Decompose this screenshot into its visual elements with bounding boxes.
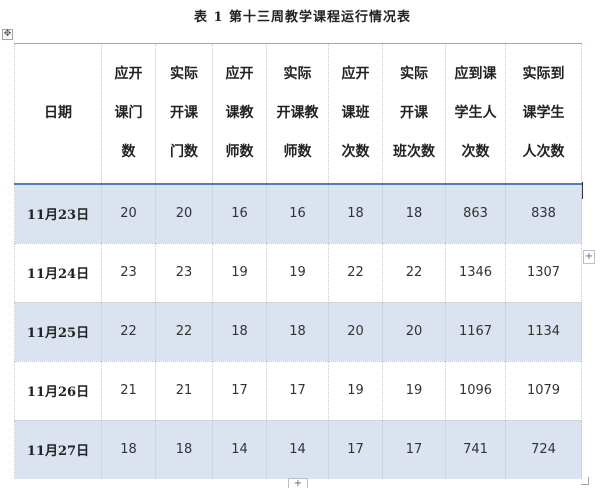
header-line: 应开 — [341, 66, 370, 82]
table-cell[interactable]: 20 — [328, 301, 383, 361]
header-line: 门数 — [170, 144, 198, 160]
table-cell[interactable]: 17 — [382, 419, 446, 479]
header-line: 次数 — [461, 144, 490, 160]
table-cell[interactable]: 1307 — [505, 242, 582, 302]
course-operation-table: 日期 应开 课门 数 实际 开课 门数 应开 课教 师数 实际 开课教 师数 应… — [14, 43, 582, 479]
header-line: 课学生 — [522, 105, 565, 121]
header-expected-attendance: 应到课 学生人 次数 — [445, 43, 506, 184]
table-row: 11月25日 22 22 18 18 20 20 1167 1134 — [14, 301, 582, 361]
header-line: 实际到 — [522, 66, 565, 82]
header-line: 开课 — [400, 105, 428, 121]
header-line: 应开 — [225, 66, 254, 82]
header-planned-courses: 应开 课门 数 — [101, 43, 156, 184]
table-cell[interactable]: 1079 — [505, 360, 582, 420]
date-cell[interactable]: 11月25日 — [14, 301, 102, 361]
table-resize-handle-icon[interactable] — [581, 477, 589, 485]
header-line: 实际 — [170, 66, 198, 82]
header-row: 日期 应开 课门 数 实际 开课 门数 应开 课教 师数 实际 开课教 师数 应… — [14, 43, 582, 184]
table-cell[interactable]: 22 — [382, 242, 446, 302]
header-actual-classes: 实际 开课 班次数 — [382, 43, 446, 184]
header-line: 人次数 — [522, 144, 565, 160]
header-line: 实际 — [400, 66, 428, 82]
header-actual-courses: 实际 开课 门数 — [155, 43, 213, 184]
header-actual-teachers: 实际 开课教 师数 — [266, 43, 329, 184]
table-row: 11月27日 18 18 14 14 17 17 741 724 — [14, 419, 582, 479]
table-cell[interactable]: 20 — [155, 183, 213, 243]
header-line: 课教 — [225, 105, 254, 121]
table-cell[interactable]: 838 — [505, 183, 582, 243]
table-caption: 表 1 第十三周教学课程运行情况表 — [193, 10, 412, 25]
table-move-handle-icon[interactable]: ✥ — [2, 29, 13, 40]
table-cell[interactable]: 18 — [328, 183, 383, 243]
header-line: 应到课 — [454, 66, 497, 82]
header-line: 日期 — [44, 105, 72, 121]
table-row: 11月23日 20 20 16 16 18 18 863 838 — [14, 183, 582, 243]
table-cell[interactable]: 23 — [101, 242, 156, 302]
header-planned-teachers: 应开 课教 师数 — [212, 43, 267, 184]
table-cell[interactable]: 741 — [445, 419, 506, 479]
header-line: 班次数 — [393, 144, 435, 160]
table-cell[interactable]: 16 — [212, 183, 267, 243]
header-planned-classes: 应开 课班 次数 — [328, 43, 383, 184]
table-cell[interactable]: 23 — [155, 242, 213, 302]
date-cell[interactable]: 11月24日 — [14, 242, 102, 302]
table-cell[interactable]: 19 — [212, 242, 267, 302]
table-cell[interactable]: 18 — [382, 183, 446, 243]
table-cell[interactable]: 17 — [328, 419, 383, 479]
table-cell[interactable]: 18 — [266, 301, 329, 361]
header-line: 应开 — [114, 66, 143, 82]
table-cell[interactable]: 16 — [266, 183, 329, 243]
header-line: 师数 — [225, 144, 254, 160]
table-cell[interactable]: 20 — [382, 301, 446, 361]
table-cell[interactable]: 19 — [328, 360, 383, 420]
table-cell[interactable]: 19 — [266, 242, 329, 302]
header-line: 学生人 — [454, 105, 497, 121]
table-cell[interactable]: 20 — [101, 183, 156, 243]
add-row-plus-icon[interactable]: + — [288, 478, 308, 489]
header-actual-attendance: 实际到 课学生 人次数 — [505, 43, 582, 184]
table-cell[interactable]: 1167 — [445, 301, 506, 361]
table-row: 11月26日 21 21 17 17 19 19 1096 1079 — [14, 360, 582, 420]
date-cell[interactable]: 11月26日 — [14, 360, 102, 420]
header-line: 实际 — [283, 66, 312, 82]
table-cell[interactable]: 863 — [445, 183, 506, 243]
table-cell[interactable]: 14 — [212, 419, 267, 479]
table-cell[interactable]: 724 — [505, 419, 582, 479]
date-cell[interactable]: 11月27日 — [14, 419, 102, 479]
table-cell[interactable]: 1134 — [505, 301, 582, 361]
table-cell[interactable]: 19 — [382, 360, 446, 420]
header-line: 师数 — [283, 144, 312, 160]
table-cell[interactable]: 17 — [212, 360, 267, 420]
table-cell[interactable]: 18 — [155, 419, 213, 479]
table-row: 11月24日 23 23 19 19 22 22 1346 1307 — [14, 242, 582, 302]
header-line: 开课教 — [276, 105, 319, 121]
table-cell[interactable]: 21 — [101, 360, 156, 420]
table-cell[interactable]: 17 — [266, 360, 329, 420]
header-date: 日期 — [14, 43, 102, 184]
table-cell[interactable]: 18 — [212, 301, 267, 361]
table-cell[interactable]: 21 — [155, 360, 213, 420]
header-line: 次数 — [341, 144, 370, 160]
table-cell[interactable]: 22 — [101, 301, 156, 361]
table-cell[interactable]: 22 — [155, 301, 213, 361]
header-line: 数 — [121, 144, 136, 160]
text-cursor — [582, 182, 583, 199]
header-line: 课门 — [114, 105, 143, 121]
header-line: 课班 — [341, 105, 370, 121]
table-cell[interactable]: 18 — [101, 419, 156, 479]
date-cell[interactable]: 11月23日 — [14, 183, 102, 243]
table-cell[interactable]: 1346 — [445, 242, 506, 302]
add-column-plus-icon[interactable]: + — [583, 250, 595, 264]
header-line: 开课 — [170, 105, 198, 121]
table-cell[interactable]: 14 — [266, 419, 329, 479]
table-cell[interactable]: 22 — [328, 242, 383, 302]
table-cell[interactable]: 1096 — [445, 360, 506, 420]
